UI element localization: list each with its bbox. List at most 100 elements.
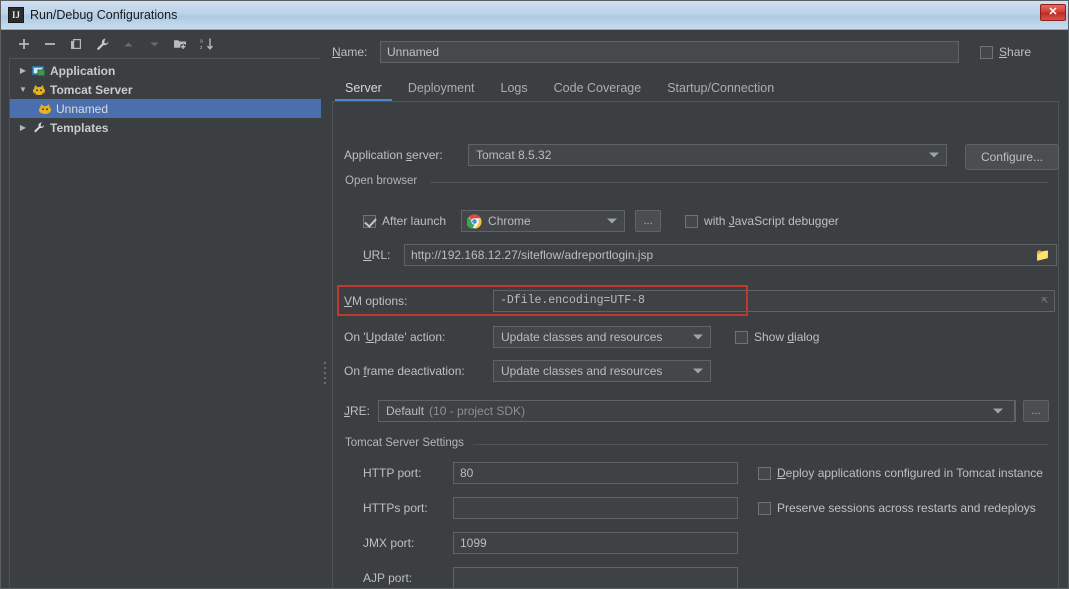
checkbox-box[interactable] — [735, 330, 748, 344]
application-server-combo[interactable]: Tomcat 8.5.32 — [468, 144, 947, 166]
jmx-port-input[interactable]: 1099 — [453, 532, 738, 554]
share-checkbox[interactable]: Share — [980, 45, 1031, 59]
chevron-down-icon[interactable] — [929, 152, 939, 158]
ajp-port-label: AJP port: — [363, 571, 413, 585]
js-debugger-checkbox[interactable]: with JavaScript debugger — [685, 214, 839, 228]
editor-tabs[interactable]: Server Deployment Logs Code Coverage Sta… — [332, 74, 1068, 101]
intellij-icon: IJ — [8, 7, 24, 23]
tab-server[interactable]: Server — [332, 81, 395, 101]
configurations-tree[interactable]: ▶ Application ▼ Tomcat Server Unnamed ▶ … — [9, 58, 321, 588]
chevron-down-icon[interactable] — [993, 408, 1003, 414]
close-button[interactable]: ✕ — [1040, 4, 1066, 21]
group-divider — [430, 182, 1048, 183]
show-dialog-checkbox[interactable]: Show dialog — [735, 330, 819, 344]
chevron-down-icon[interactable] — [693, 334, 703, 340]
https-port-input[interactable] — [453, 497, 738, 519]
http-port-input[interactable]: 80 — [453, 462, 738, 484]
tree-node-application[interactable]: ▶ Application — [10, 61, 321, 80]
chevron-right-icon[interactable]: ▶ — [16, 123, 30, 132]
on-update-action-value: Update classes and resources — [501, 330, 663, 344]
chrome-icon — [466, 214, 482, 229]
tree-node-templates[interactable]: ▶ Templates — [10, 118, 321, 137]
application-server-row: Application server: Tomcat 8.5.32 — [344, 144, 947, 166]
tree-node-unnamed[interactable]: Unnamed — [10, 99, 321, 118]
on-frame-deactivation-combo[interactable]: Update classes and resources — [493, 360, 711, 382]
copy-icon[interactable] — [65, 33, 87, 55]
show-dialog-label: Show dialog — [754, 330, 820, 344]
jre-browse-button[interactable]: ... — [1023, 400, 1049, 422]
jre-combo[interactable]: Default (10 - project SDK) — [378, 400, 1016, 422]
new-folder-icon[interactable] — [169, 33, 191, 55]
application-icon — [30, 65, 47, 77]
on-update-action-combo[interactable]: Update classes and resources — [493, 326, 711, 348]
jre-hint: (10 - project SDK) — [429, 404, 526, 418]
checkbox-box[interactable] — [363, 214, 376, 228]
move-down-icon[interactable] — [143, 33, 165, 55]
name-input[interactable]: Unnamed — [380, 41, 959, 63]
checkbox-box[interactable] — [758, 501, 771, 515]
configurations-panel: a z ▶ Application ▼ Tomcat Server Unname… — [1, 30, 321, 588]
chevron-right-icon[interactable]: ▶ — [16, 66, 30, 75]
tab-startup-connection[interactable]: Startup/Connection — [654, 81, 787, 101]
configuration-editor-panel: Name: Unnamed Share Server Deployment Lo… — [321, 30, 1068, 588]
chevron-down-icon[interactable] — [693, 368, 703, 374]
http-port-label: HTTP port: — [363, 466, 422, 480]
vm-options-label: VM options: — [344, 294, 408, 308]
after-launch-label: After launch — [382, 214, 447, 228]
run-debug-configurations-dialog: IJ Run/Debug Configurations ✕ a z ▶ Appl… — [0, 0, 1069, 589]
open-browser-group-title: Open browser — [345, 175, 424, 187]
checkbox-box[interactable] — [980, 45, 993, 59]
ajp-port-input[interactable] — [453, 567, 738, 588]
vm-options-value: -Dfile.encoding=UTF-8 — [500, 294, 645, 307]
remove-icon[interactable] — [39, 33, 61, 55]
chevron-down-icon[interactable]: ▼ — [16, 85, 30, 94]
name-label: Name: — [332, 45, 368, 59]
panel-splitter-handle[interactable] — [322, 360, 328, 386]
folder-icon[interactable]: 📁 — [1035, 245, 1050, 265]
after-launch-checkbox[interactable]: After launch — [363, 214, 446, 228]
on-update-action-label: On 'Update' action: — [344, 330, 446, 344]
browser-value: Chrome — [488, 214, 531, 228]
jmx-port-row: JMX port: 1099 — [363, 532, 738, 554]
tree-node-tomcat-server[interactable]: ▼ Tomcat Server — [10, 80, 321, 99]
checkbox-box[interactable] — [758, 466, 771, 480]
tree-node-label: Tomcat Server — [50, 82, 133, 97]
tree-node-label: Application — [50, 63, 116, 78]
jmx-port-label: JMX port: — [363, 536, 415, 550]
url-input[interactable]: http://192.168.12.27/siteflow/adreportlo… — [404, 244, 1057, 266]
preserve-sessions-checkbox[interactable]: Preserve sessions across restarts and re… — [758, 501, 1036, 515]
expand-icon[interactable]: ⇱ — [1041, 291, 1048, 311]
jre-value: Default — [386, 404, 425, 418]
checkbox-box[interactable] — [685, 214, 699, 228]
window-title: Run/Debug Configurations — [30, 8, 178, 22]
tab-logs[interactable]: Logs — [488, 81, 541, 101]
add-icon[interactable] — [13, 33, 35, 55]
wrench-icon[interactable] — [91, 33, 113, 55]
tree-node-label: Templates — [50, 120, 109, 135]
browser-combo[interactable]: Chrome — [461, 210, 626, 232]
svg-text:z: z — [200, 45, 203, 51]
group-divider — [473, 444, 1048, 445]
tree-node-label: Unnamed — [56, 101, 109, 116]
preserve-sessions-label: Preserve sessions across restarts and re… — [777, 501, 1036, 515]
title-bar: IJ Run/Debug Configurations ✕ — [1, 1, 1068, 30]
vm-options-row: VM options: -Dfile.encoding=UTF-8 ⇱ — [344, 290, 1055, 312]
browser-ellipsis-button[interactable]: ... — [635, 210, 662, 232]
deploy-applications-checkbox[interactable]: Deploy applications configured in Tomcat… — [758, 466, 1043, 480]
http-port-row: HTTP port: 80 Deploy applications config… — [363, 462, 1043, 484]
tab-deployment[interactable]: Deployment — [395, 81, 488, 101]
on-frame-deactivation-value: Update classes and resources — [501, 364, 663, 378]
tomcat-icon — [30, 84, 47, 96]
vm-options-input[interactable]: -Dfile.encoding=UTF-8 ⇱ — [493, 290, 1055, 312]
application-server-label: Application server: — [344, 148, 443, 162]
tomcat-settings-group-title: Tomcat Server Settings — [345, 437, 470, 449]
share-label: Share — [999, 45, 1032, 59]
on-update-action-row: On 'Update' action: Update classes and r… — [344, 326, 819, 348]
tab-code-coverage[interactable]: Code Coverage — [541, 81, 655, 101]
on-frame-deactivation-row: On frame deactivation: Update classes an… — [344, 360, 711, 382]
configure-button[interactable]: Configure... — [965, 144, 1059, 170]
chevron-down-icon[interactable] — [607, 218, 618, 224]
sort-alphabetically-icon[interactable]: a z — [195, 33, 217, 55]
tomcat-icon — [36, 103, 53, 115]
move-up-icon[interactable] — [117, 33, 139, 55]
